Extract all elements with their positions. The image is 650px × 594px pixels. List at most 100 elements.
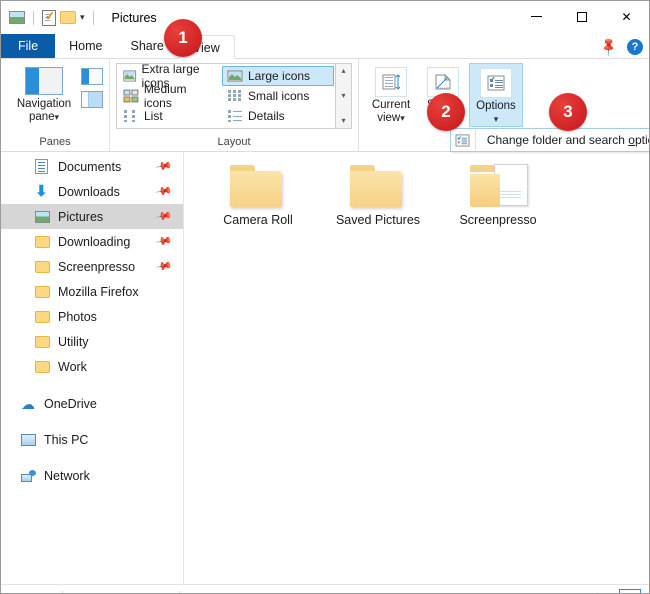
file-tile-row: Camera Roll Saved Pictures Screenpresso xyxy=(184,156,649,227)
sidebar-item-downloads[interactable]: ⬇ Downloads 📌 xyxy=(1,179,183,204)
close-button[interactable]: ✕ xyxy=(604,1,649,32)
sidebar-spacer-2 xyxy=(1,416,183,427)
sidebar-item-label: OneDrive xyxy=(44,397,97,411)
pane-small-buttons xyxy=(81,63,103,108)
sidebar-item-downloading[interactable]: Downloading 📌 xyxy=(1,229,183,254)
layout-item-details[interactable]: Details xyxy=(222,106,334,126)
downloads-icon: ⬇ xyxy=(35,185,52,199)
details-view-toggle[interactable] xyxy=(591,589,613,594)
gallery-more-icon[interactable]: ▾ xyxy=(341,117,345,125)
callout-badge-1: 1 xyxy=(164,19,202,57)
sidebar-item-label: Photos xyxy=(58,310,97,324)
list-view-icon xyxy=(123,109,139,123)
current-view-label: Current view▾ xyxy=(372,99,410,125)
sidebar-item-mozilla-firefox[interactable]: Mozilla Firefox xyxy=(1,279,183,304)
folder-options-icon xyxy=(451,130,476,150)
current-view-button[interactable]: Current view▾ xyxy=(365,63,417,125)
navigation-pane-button[interactable]: Navigation pane▾ xyxy=(7,63,81,124)
options-button[interactable]: Options ▾ xyxy=(469,63,523,127)
window-controls: ✕ xyxy=(514,1,649,32)
layout-item-large-icons[interactable]: Large icons xyxy=(222,66,334,86)
options-text: Options xyxy=(476,100,516,112)
details-pane-icon[interactable] xyxy=(81,91,103,108)
navigation-pane-caret[interactable]: ▾ xyxy=(55,112,60,122)
help-icon[interactable]: ? xyxy=(627,39,643,55)
sidebar-item-label: Pictures xyxy=(58,210,103,224)
layout-item-label: Large icons xyxy=(248,69,310,83)
sidebar-item-label: Downloads xyxy=(58,185,120,199)
menu-item-prefix: Change folder and search xyxy=(487,133,628,147)
this-pc-icon xyxy=(21,434,38,446)
layout-item-list[interactable]: List xyxy=(118,106,222,126)
options-caret[interactable]: ▾ xyxy=(494,114,499,124)
layout-item-small-icons[interactable]: Small icons xyxy=(222,86,334,106)
sidebar-item-this-pc[interactable]: This PC xyxy=(1,427,183,452)
change-folder-and-search-options-item[interactable]: Change folder and search option xyxy=(476,133,650,147)
gallery-scroll-up-icon[interactable]: ▴ xyxy=(341,67,345,75)
pin-icon[interactable]: 📌 xyxy=(155,257,174,276)
maximize-icon xyxy=(577,12,587,22)
minimize-button[interactable] xyxy=(514,1,559,32)
file-item-label: Camera Roll xyxy=(223,213,292,227)
sidebar-item-pictures[interactable]: Pictures 📌 xyxy=(1,204,183,229)
file-item-screenpresso[interactable]: Screenpresso xyxy=(438,156,558,227)
panes-group-body: Navigation pane▾ xyxy=(7,63,103,124)
close-icon: ✕ xyxy=(621,10,631,24)
small-icons-icon xyxy=(227,89,243,103)
sidebar-item-network[interactable]: Network xyxy=(1,463,183,488)
view-toggle-group xyxy=(591,589,641,594)
layout-item-medium-icons[interactable]: Medium icons xyxy=(118,86,222,106)
file-item-label: Saved Pictures xyxy=(336,213,420,227)
folder-icon xyxy=(35,286,52,298)
large-icons-view-toggle[interactable] xyxy=(619,589,641,594)
collapse-ribbon-icon[interactable]: 📌 xyxy=(598,36,621,59)
properties-icon[interactable] xyxy=(42,10,56,26)
pin-icon[interactable]: 📌 xyxy=(155,232,174,251)
sidebar-item-work[interactable]: Work xyxy=(1,354,183,379)
folder-icon xyxy=(35,236,52,248)
file-item-camera-roll[interactable]: Camera Roll xyxy=(198,156,318,227)
layout-gallery-wrap: Extra large icons Large icons Medium ico… xyxy=(116,63,352,129)
sidebar-item-photos[interactable]: Photos xyxy=(1,304,183,329)
file-explorer-window: ▾ Pictures ✕ File Home Share View 📌 ? xyxy=(0,0,650,594)
pin-icon[interactable]: 📌 xyxy=(155,157,174,176)
sidebar-item-utility[interactable]: Utility xyxy=(1,329,183,354)
layout-gallery: Extra large icons Large icons Medium ico… xyxy=(116,63,336,129)
sidebar-item-onedrive[interactable]: ☁ OneDrive xyxy=(1,391,183,416)
options-dropdown-menu: Change folder and search option xyxy=(450,128,650,152)
tab-file[interactable]: File xyxy=(1,34,55,58)
folder-icon xyxy=(350,162,406,207)
tab-home[interactable]: Home xyxy=(55,34,116,58)
sidebar-item-screenpresso[interactable]: Screenpresso 📌 xyxy=(1,254,183,279)
sidebar-item-label: Screenpresso xyxy=(58,260,135,274)
gallery-scroll-down-icon[interactable]: ▾ xyxy=(341,92,345,100)
pin-icon[interactable]: 📌 xyxy=(155,207,174,226)
current-view-caret[interactable]: ▾ xyxy=(400,113,405,123)
pin-icon[interactable]: 📌 xyxy=(155,182,174,201)
maximize-button[interactable] xyxy=(559,1,604,32)
layout-gallery-scrollbar[interactable]: ▴ ▾ ▾ xyxy=(336,63,352,129)
preview-pane-icon[interactable] xyxy=(81,68,103,85)
navigation-pane-icon xyxy=(25,67,63,95)
navigation-pane-label-line2: pane xyxy=(29,111,55,123)
layout-group-label: Layout xyxy=(116,136,352,151)
folder-with-preview-icon xyxy=(470,162,526,207)
details-view-icon xyxy=(227,109,243,123)
folder-icon xyxy=(230,162,286,207)
customize-chevron-icon[interactable]: ▾ xyxy=(80,13,85,22)
sidebar-item-label: Downloading xyxy=(58,235,130,249)
window-title: Pictures xyxy=(112,11,157,25)
file-list[interactable]: Camera Roll Saved Pictures Screenpresso xyxy=(184,152,649,584)
status-bar: 3 items State: Shared xyxy=(1,584,649,594)
file-item-label: Screenpresso xyxy=(459,213,536,227)
explorer-body: Documents 📌 ⬇ Downloads 📌 Pictures 📌 Dow… xyxy=(1,152,649,584)
navigation-pane[interactable]: Documents 📌 ⬇ Downloads 📌 Pictures 📌 Dow… xyxy=(1,152,184,584)
folder-icon xyxy=(35,311,52,323)
sidebar-item-documents[interactable]: Documents 📌 xyxy=(1,154,183,179)
folder-icon xyxy=(35,336,52,348)
picture-icon[interactable] xyxy=(9,11,25,24)
file-item-saved-pictures[interactable]: Saved Pictures xyxy=(318,156,438,227)
current-view-icon xyxy=(375,67,407,97)
new-folder-icon[interactable] xyxy=(60,11,76,24)
extra-large-icons-icon xyxy=(123,69,137,83)
